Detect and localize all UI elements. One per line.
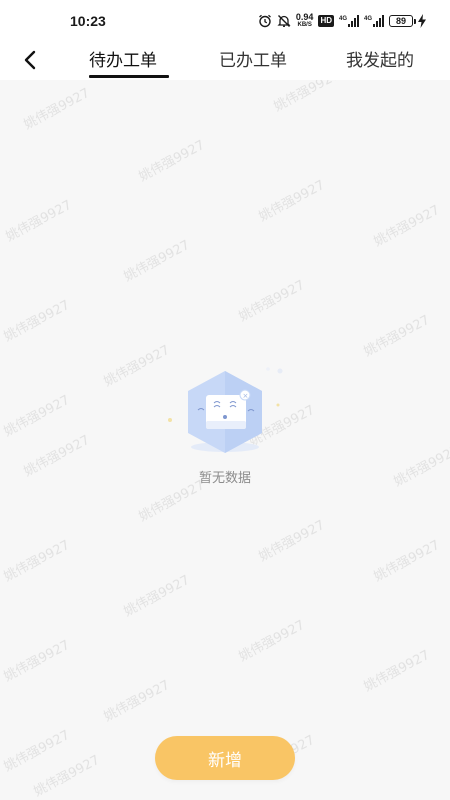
add-button[interactable]: 新增 <box>155 736 295 780</box>
battery-icon: 89 <box>389 15 416 27</box>
watermark: 姚伟强9927 <box>1 637 73 685</box>
svg-text:4G: 4G <box>339 16 347 22</box>
alarm-icon <box>258 14 271 28</box>
hd-icon: HD <box>318 15 334 27</box>
signal-4g-icon: 4G <box>364 15 384 27</box>
watermark: 姚伟强9927 <box>256 517 328 565</box>
empty-box-icon: × <box>168 367 283 453</box>
tab-completed[interactable]: 已办工单 <box>219 46 287 71</box>
status-bar: 10:23 0.94 KB/S HD 4G 4G 89 <box>0 0 450 40</box>
watermark: 姚伟强9927 <box>1 392 73 440</box>
watermark: 姚伟强9927 <box>121 572 193 620</box>
mute-icon <box>277 15 291 27</box>
empty-state: × 暂无数据 <box>150 365 300 495</box>
watermark: 姚伟强9927 <box>361 647 433 695</box>
net-speed-value: 0.94 <box>295 12 314 22</box>
watermark: 姚伟强9927 <box>101 677 173 725</box>
chevron-left-icon <box>24 50 36 70</box>
status-icons: 0.94 KB/S HD 4G 4G 89 <box>258 12 426 30</box>
watermark: 姚伟强9927 <box>3 197 75 245</box>
watermark: 姚伟强9927 <box>1 727 73 775</box>
watermark: 姚伟强9927 <box>371 202 443 250</box>
svg-text:4G: 4G <box>364 16 372 22</box>
watermark: 姚伟强9927 <box>371 537 443 585</box>
watermark: 姚伟强9927 <box>236 277 308 325</box>
status-time: 10:23 <box>70 13 106 29</box>
empty-state-text: 暂无数据 <box>198 471 251 486</box>
watermark: 姚伟强9927 <box>256 177 328 225</box>
watermark: 姚伟强9927 <box>1 297 73 345</box>
watermark: 姚伟强9927 <box>391 442 450 490</box>
back-button[interactable] <box>14 44 46 76</box>
watermark: 姚伟强9927 <box>21 432 93 480</box>
watermark: 姚伟强9927 <box>121 237 193 285</box>
net-speed-unit: KB/S <box>297 22 312 28</box>
tab-initiated[interactable]: 我发起的 <box>346 46 414 71</box>
watermark: 姚伟强9927 <box>271 80 343 115</box>
watermark: 姚伟强9927 <box>1 537 73 585</box>
active-tab-indicator <box>89 75 169 78</box>
watermark: 姚伟强9927 <box>236 617 308 665</box>
net-speed: 0.94 KB/S <box>296 13 314 29</box>
svg-text:×: × <box>243 392 249 400</box>
signal-4g-icon: 4G <box>339 15 359 27</box>
watermark: 姚伟强9927 <box>136 137 208 185</box>
charging-icon <box>418 14 426 28</box>
watermark: 姚伟强9927 <box>21 85 93 133</box>
tab-bar: 待办工单 已办工单 我发起的 <box>0 40 450 80</box>
tab-pending[interactable]: 待办工单 <box>89 46 157 71</box>
watermark: 姚伟强9927 <box>31 752 103 800</box>
watermark: 姚伟强9927 <box>361 312 433 360</box>
